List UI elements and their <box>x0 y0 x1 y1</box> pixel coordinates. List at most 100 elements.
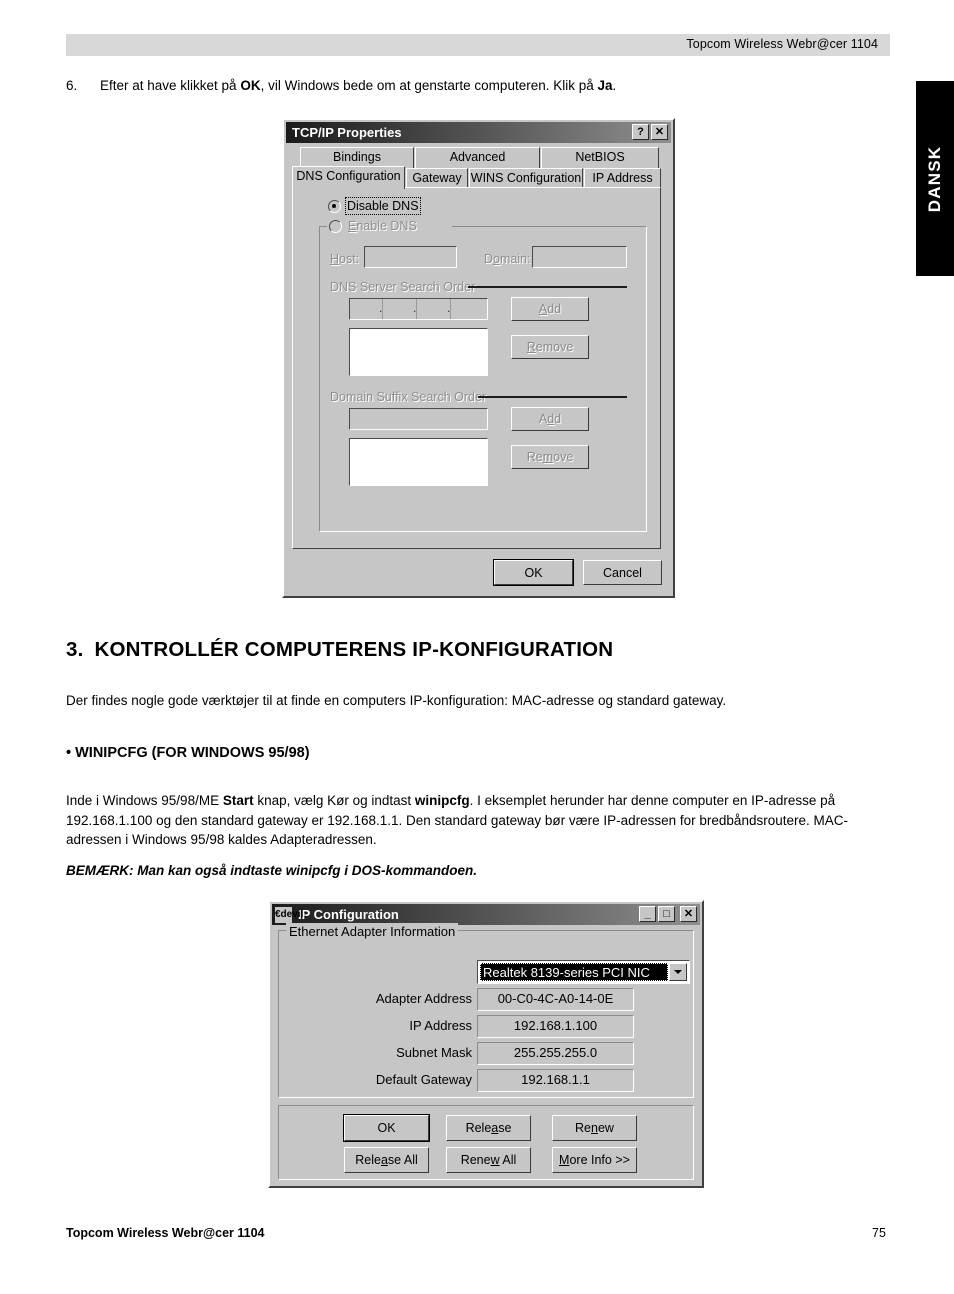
tab-wins-configuration[interactable]: WINS Configuration <box>469 168 583 189</box>
adapter-select[interactable]: Realtek 8139-series PCI NIC <box>477 960 690 984</box>
dns-remove-button[interactable]: Remove <box>511 335 589 359</box>
renew-button[interactable]: Renew <box>552 1115 637 1141</box>
tcpip-tab-panel: Disable DNS Enable DNS Host: Domain: DNS… <box>292 187 661 549</box>
adapter-address-value: 00-C0-4C-A0-14-0E <box>477 988 634 1011</box>
domain-suffix-search-order-label: Domain Suffix Search Order <box>330 390 487 404</box>
suffix-add-label: Add <box>538 412 562 426</box>
dns-search-order-rule <box>468 286 627 288</box>
enable-dns-groupbox <box>319 226 647 532</box>
ipconfig-title: IP Configuration <box>298 907 399 922</box>
app-icon: €devil; <box>275 906 307 923</box>
domain-field[interactable] <box>532 246 627 268</box>
chevron-down-glyph <box>674 970 682 974</box>
dns-ip-octet-2[interactable] <box>383 299 417 319</box>
maximize-icon[interactable]: □ <box>658 906 675 922</box>
section-heading-text: KONTROLLÉR COMPUTERENS IP-KONFIGURATION <box>94 638 614 661</box>
page-header-bar: Topcom Wireless Webr@cer 1104 <box>66 34 890 56</box>
section-heading: 3. KONTROLLÉR COMPUTERENS IP-KONFIGURATIO… <box>66 638 613 662</box>
host-field[interactable] <box>364 246 457 268</box>
tab-advanced[interactable]: Advanced <box>415 147 540 168</box>
more-info-button[interactable]: More Info >> <box>552 1147 637 1173</box>
step-text-before: Efter at have klikket på <box>100 78 241 93</box>
subsection-heading: • WINIPCFG (FOR WINDOWS 95/98) <box>66 745 310 761</box>
close-icon[interactable]: ✕ <box>680 906 697 922</box>
tab-netbios[interactable]: NetBIOS <box>541 147 659 168</box>
dns-ip-dot-1: . <box>379 301 383 315</box>
radio-disable-dns[interactable] <box>328 200 341 213</box>
more-info-label: More Info >> <box>559 1153 630 1167</box>
suffix-remove-label: Remove <box>526 450 574 464</box>
radio-disable-dns-label: Disable DNS <box>345 197 421 215</box>
tcpip-cancel-button[interactable]: Cancel <box>583 560 662 585</box>
domain-suffix-rule <box>478 396 627 398</box>
step-ja-bold: Ja <box>597 78 613 93</box>
language-side-tab: DANSK <box>916 81 954 276</box>
release-button[interactable]: Release <box>446 1115 531 1141</box>
para-bold-start: Start <box>222 793 254 808</box>
default-gateway-value: 192.168.1.1 <box>477 1069 634 1092</box>
renew-all-label: Renew All <box>460 1153 517 1167</box>
para-part-1: Inde i Windows 95/98/ME <box>66 793 223 808</box>
help-button[interactable]: ? <box>632 124 649 140</box>
step-ok-bold: OK <box>240 78 261 93</box>
radio-enable-dns-label: Enable DNS <box>348 219 417 233</box>
tcpip-titlebar[interactable]: TCP/IP Properties ? ✕ <box>286 122 671 143</box>
step-text-middle: , vil Windows bede om at genstarte compu… <box>260 78 598 93</box>
tab-dns-configuration[interactable]: DNS Configuration <box>292 166 405 189</box>
ip-configuration-dialog: €devil; IP Configuration _ □ ✕ Ethernet … <box>268 900 704 1188</box>
minimize-icon[interactable]: _ <box>639 906 656 922</box>
tcpip-ok-label: OK <box>524 565 543 580</box>
dns-ip-dot-3: . <box>447 301 451 315</box>
ipconfig-ok-button[interactable]: OK <box>343 1114 430 1142</box>
close-icon[interactable]: ✕ <box>651 124 668 140</box>
dns-remove-label: Remove <box>526 340 574 354</box>
tab-gateway[interactable]: Gateway <box>406 168 468 189</box>
chevron-down-icon[interactable] <box>669 963 687 981</box>
winipcfg-paragraph: Inde i Windows 95/98/ME Start knap, vælg… <box>66 791 872 850</box>
tcpip-title: TCP/IP Properties <box>292 125 402 140</box>
suffix-add-button[interactable]: Add <box>511 407 589 431</box>
ethernet-adapter-group-label: Ethernet Adapter Information <box>289 924 456 939</box>
footer-title: Topcom Wireless Webr@cer 1104 <box>66 1226 265 1240</box>
host-label: Host: <box>330 252 360 266</box>
dns-ip-dot-2: . <box>413 301 417 315</box>
tab-bindings[interactable]: Bindings <box>300 147 414 168</box>
domain-suffix-input[interactable] <box>349 408 488 430</box>
dns-add-label: Add <box>538 302 562 316</box>
adapter-address-label: Adapter Address <box>375 991 472 1006</box>
tcpip-window-controls: ? ✕ <box>632 124 668 140</box>
renew-label: Renew <box>575 1121 614 1135</box>
ip-address-value: 192.168.1.100 <box>477 1015 634 1038</box>
release-all-label: Release All <box>355 1153 418 1167</box>
ip-address-label: IP Address <box>409 1018 472 1033</box>
dns-add-button[interactable]: Add <box>511 297 589 321</box>
dns-server-search-order-label: DNS Server Search Order <box>330 280 476 294</box>
radio-enable-dns[interactable] <box>329 220 342 233</box>
subnet-mask-label: Subnet Mask <box>396 1045 472 1060</box>
tcpip-cancel-label: Cancel <box>603 565 642 580</box>
section-number: 3. <box>66 638 84 661</box>
adapter-selected-value: Realtek 8139-series PCI NIC <box>480 963 668 981</box>
side-tab-label: DANSK <box>925 145 944 212</box>
step-instruction: 6. Efter at have klikket på OK, vil Windo… <box>66 77 886 95</box>
step-number: 6. <box>66 78 78 93</box>
para-bold-winipcfg: winipcfg <box>414 793 470 808</box>
release-label: Release <box>465 1121 512 1135</box>
default-gateway-label: Default Gateway <box>375 1072 472 1087</box>
domain-suffix-list[interactable] <box>349 438 488 486</box>
release-all-button[interactable]: Release All <box>344 1147 429 1173</box>
footer-page-number: 75 <box>872 1226 886 1240</box>
tcpip-properties-dialog: TCP/IP Properties ? ✕ Bindings Advanced … <box>282 118 675 598</box>
dns-ip-octet-3[interactable] <box>417 299 451 319</box>
suffix-remove-button[interactable]: Remove <box>511 445 589 469</box>
renew-all-button[interactable]: Renew All <box>446 1147 531 1173</box>
dns-server-list[interactable] <box>349 328 488 376</box>
ipconfig-titlebar[interactable]: €devil; IP Configuration _ □ ✕ <box>272 904 700 925</box>
ipconfig-ok-label: OK <box>377 1121 396 1135</box>
note-paragraph: BEMÆRK: Man kan også indtaste winipcfg i… <box>66 863 478 878</box>
tcpip-ok-button[interactable]: OK <box>493 559 574 586</box>
domain-label: Domain: <box>484 252 531 266</box>
header-title: Topcom Wireless Webr@cer 1104 <box>686 37 878 51</box>
dns-ip-input[interactable]: . . . <box>349 298 488 320</box>
tab-ip-address[interactable]: IP Address <box>584 168 661 189</box>
